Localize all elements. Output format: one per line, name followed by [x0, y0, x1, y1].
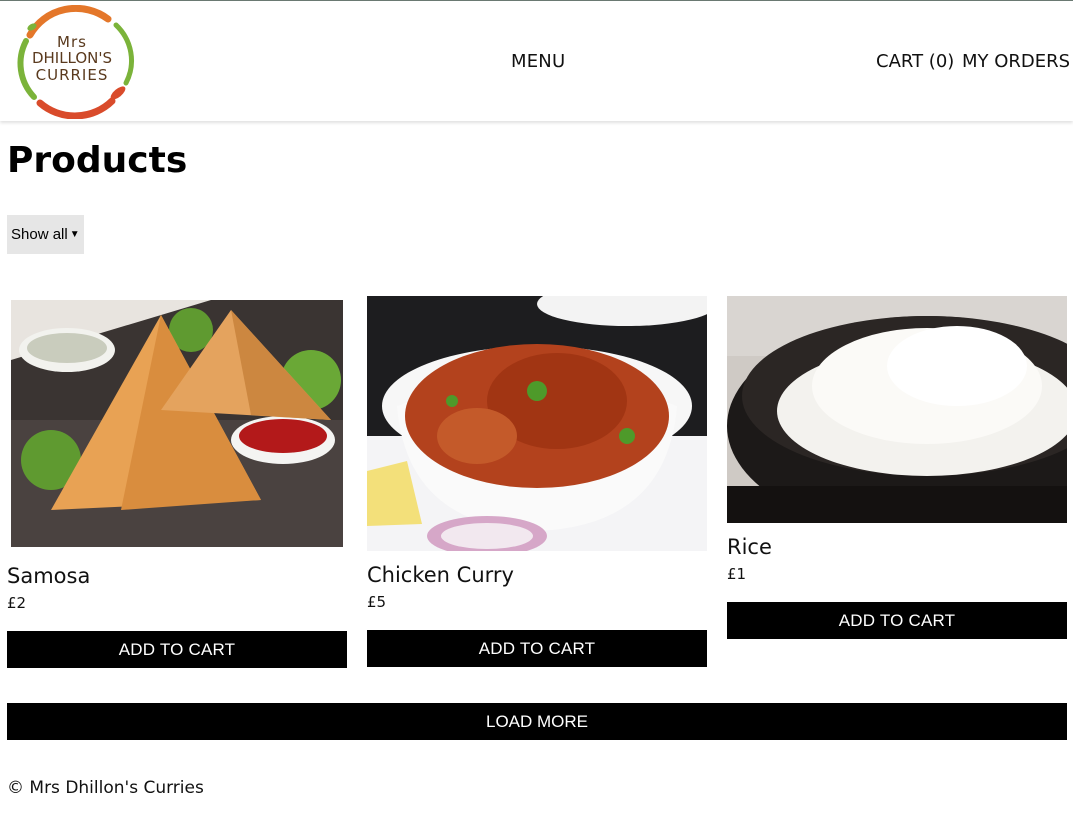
site-header: Mrs DHILLON'S CURRIES MENU CART (0) MY O… — [0, 1, 1073, 121]
samosa-image[interactable] — [11, 300, 343, 547]
add-to-cart-button[interactable]: ADD TO CART — [367, 630, 707, 667]
chevron-down-icon: ▼ — [69, 229, 80, 240]
rice-image[interactable] — [727, 296, 1067, 523]
brand-logo[interactable]: Mrs DHILLON'S CURRIES — [8, 4, 136, 120]
product-price: £5 — [367, 593, 387, 611]
nav-menu-link[interactable]: MENU — [511, 51, 565, 72]
product-name: Chicken Curry — [367, 563, 514, 587]
nav-my-orders-link[interactable]: MY ORDERS — [962, 51, 1070, 72]
product-name: Rice — [727, 535, 772, 559]
logo-text-curries: CURRIES — [36, 66, 109, 84]
product-name: Samosa — [7, 564, 91, 588]
add-to-cart-button[interactable]: ADD TO CART — [7, 631, 347, 668]
nav-cart-link[interactable]: CART (0) — [876, 51, 954, 72]
add-to-cart-button[interactable]: ADD TO CART — [727, 602, 1067, 639]
logo-text-dhillons: DHILLON'S — [32, 49, 112, 67]
product-price: £1 — [727, 565, 747, 583]
page-title: Products — [7, 140, 188, 181]
filter-selected-value: Show all — [11, 226, 68, 243]
footer-copyright: © Mrs Dhillon's Curries — [7, 778, 204, 798]
chicken-curry-image[interactable] — [367, 296, 707, 551]
load-more-button[interactable]: LOAD MORE — [7, 703, 1067, 740]
category-filter-select[interactable]: Show all ▼ — [7, 215, 84, 254]
product-price: £2 — [7, 594, 27, 612]
